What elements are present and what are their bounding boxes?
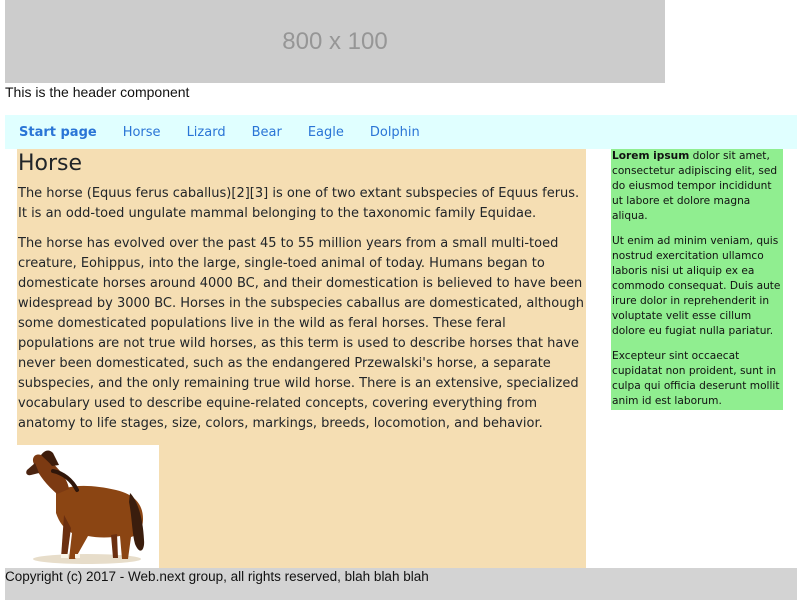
page: 800 x 100 This is the header component S… xyxy=(0,0,800,605)
sidebar-paragraph-2: Ut enim ad minim veniam, quis nostrud ex… xyxy=(612,235,781,337)
article-title: Horse xyxy=(18,151,83,176)
sidebar-lorem-panel: Lorem ipsum dolor sit amet, consectetur … xyxy=(611,149,783,410)
sidebar-paragraph-1: Lorem ipsum dolor sit amet, consectetur … xyxy=(611,149,783,224)
banner-placeholder-image: 800 x 100 xyxy=(5,0,665,83)
header-component-text: This is the header component xyxy=(5,84,190,100)
article-paragraph-history: The horse has evolved over the past 45 t… xyxy=(18,236,584,431)
horse-image xyxy=(17,445,159,568)
nav-item-horse[interactable]: Horse xyxy=(123,125,161,140)
banner-placeholder-text: 800 x 100 xyxy=(282,27,388,55)
sidebar-paragraph-3: Excepteur sint occaecat cupidatat non pr… xyxy=(612,350,780,407)
main-nav: Start page Horse Lizard Bear Eagle Dolph… xyxy=(5,115,797,149)
main-content: Horse The horse (Equus ferus caballus)[2… xyxy=(17,149,586,568)
nav-item-start-page[interactable]: Start page xyxy=(19,125,97,140)
nav-item-dolphin[interactable]: Dolphin xyxy=(370,125,420,140)
sidebar-bold-lead: Lorem ipsum xyxy=(612,150,690,162)
nav-item-lizard[interactable]: Lizard xyxy=(187,125,226,140)
footer: Copyright (c) 2017 - Web.next group, all… xyxy=(5,568,797,600)
footer-copyright-text: Copyright (c) 2017 - Web.next group, all… xyxy=(5,569,429,584)
nav-item-bear[interactable]: Bear xyxy=(252,125,282,140)
nav-item-eagle[interactable]: Eagle xyxy=(308,125,344,140)
article-paragraph-intro: The horse (Equus ferus caballus)[2][3] i… xyxy=(18,186,580,221)
